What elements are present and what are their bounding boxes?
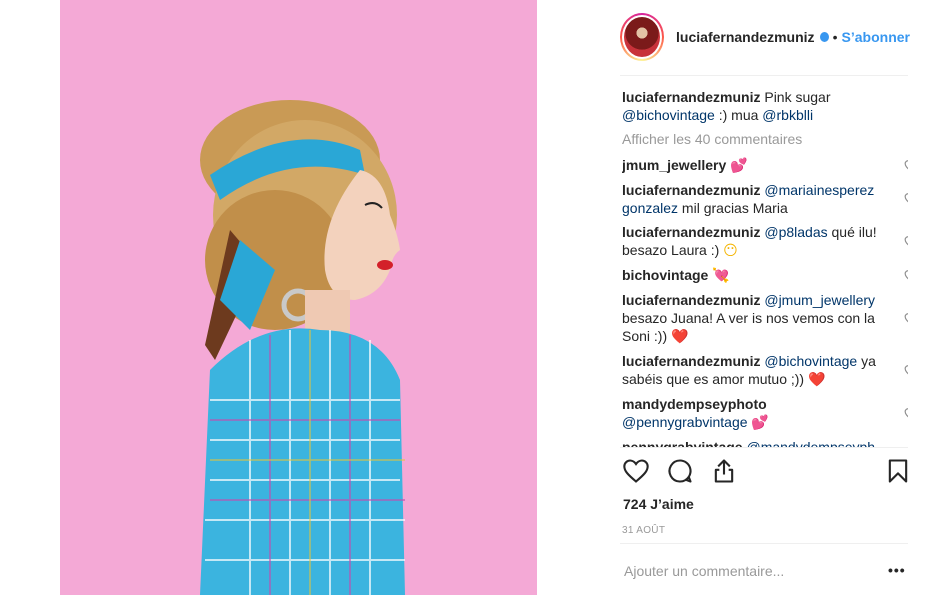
action-bar xyxy=(622,457,910,489)
actions-divider xyxy=(620,447,908,448)
share-icon[interactable] xyxy=(710,457,738,485)
comment-mention[interactable]: @p8ladas xyxy=(764,224,827,240)
heart-icon[interactable] xyxy=(904,407,908,421)
post-caption: luciafernandezmuniz Pink sugar @bichovin… xyxy=(622,88,908,124)
more-options-icon[interactable]: ••• xyxy=(888,562,906,578)
caption-mention[interactable]: @rbkblli xyxy=(762,107,813,123)
comment-item: luciafernandezmuniz @p8ladas qué ilu! be… xyxy=(622,223,908,260)
header-username[interactable]: luciafernandezmuniz xyxy=(676,29,814,45)
comment-username[interactable]: luciafernandezmuniz xyxy=(622,182,760,198)
comment-username[interactable]: luciafernandezmuniz xyxy=(622,292,760,308)
heart-icon[interactable] xyxy=(904,269,908,283)
comment-input-divider xyxy=(620,543,908,544)
comment-emoji: 💘 xyxy=(712,268,730,284)
comment-mention[interactable]: @jmum_jewellery xyxy=(764,292,875,308)
post-photo-illustration xyxy=(60,0,537,595)
comments-list[interactable]: luciafernandezmuniz Pink sugar @bichovin… xyxy=(622,88,908,448)
bookmark-icon[interactable] xyxy=(884,457,912,485)
comment-item: luciafernandezmuniz @mariainesperez gonz… xyxy=(622,181,908,217)
view-all-comments-link[interactable]: Afficher les 40 commentaires xyxy=(622,130,908,148)
post-sidebar: luciafernandezmuniz • S’abonner luciafer… xyxy=(608,0,930,595)
comment-item: luciafernandezmuniz @bichovintage ya sab… xyxy=(622,352,908,389)
heart-icon[interactable] xyxy=(622,457,650,485)
comment-item: jmum_jewellery 💕 xyxy=(622,156,908,175)
add-comment-input[interactable]: Ajouter un commentaire... xyxy=(624,563,784,579)
comment-username[interactable]: luciafernandezmuniz xyxy=(622,353,760,369)
header-separator: • xyxy=(832,29,838,45)
comment-emoji: ❤️ xyxy=(671,329,689,345)
comment-mention[interactable]: @pennygrabvintage xyxy=(622,414,748,430)
avatar[interactable] xyxy=(620,13,665,61)
comment-username[interactable]: bichovintage xyxy=(622,267,708,283)
heart-icon[interactable] xyxy=(904,159,908,173)
caption-text: Pink sugar xyxy=(760,89,831,105)
comment-item: mandydempseyphoto @pennygrabvintage 💕 xyxy=(622,395,908,432)
heart-icon[interactable] xyxy=(904,192,908,206)
likes-count[interactable]: 724 J’aime xyxy=(623,496,694,512)
caption-mention[interactable]: @bichovintage xyxy=(622,107,715,123)
heart-icon[interactable] xyxy=(904,312,908,326)
follow-button[interactable]: S’abonner xyxy=(842,29,910,45)
heart-icon[interactable] xyxy=(904,235,908,249)
comment-username[interactable]: jmum_jewellery xyxy=(622,157,726,173)
comment-emoji: 💕 xyxy=(751,415,769,431)
comment-item: bichovintage 💘 xyxy=(622,266,908,285)
caption-text: :) mua xyxy=(714,107,763,123)
comment-icon[interactable] xyxy=(666,457,694,485)
caption-username[interactable]: luciafernandezmuniz xyxy=(622,89,760,105)
post-date: 31 AOÛT xyxy=(622,525,666,536)
post-photo[interactable] xyxy=(60,0,537,595)
comment-emoji: 😶 xyxy=(723,243,738,259)
comment-text: besazo Juana! A ver is nos vemos con la … xyxy=(622,310,875,344)
comment-mention[interactable]: @bichovintage xyxy=(764,353,857,369)
comment-text: mil gracias Maria xyxy=(678,200,788,216)
avatar-image xyxy=(622,15,663,59)
comment-username[interactable]: mandydempseyphoto xyxy=(622,396,767,412)
comment-item: luciafernandezmuniz @jmum_jewellery besa… xyxy=(622,291,908,346)
header-divider xyxy=(620,75,908,76)
heart-icon[interactable] xyxy=(904,364,908,378)
verified-badge-icon xyxy=(819,32,829,42)
comment-username[interactable]: luciafernandezmuniz xyxy=(622,224,760,240)
comment-emoji: 💕 xyxy=(730,158,748,174)
photo-pane xyxy=(0,0,600,595)
comment-emoji: ❤️ xyxy=(807,372,826,388)
post-header: luciafernandezmuniz • S’abonner xyxy=(620,12,910,62)
